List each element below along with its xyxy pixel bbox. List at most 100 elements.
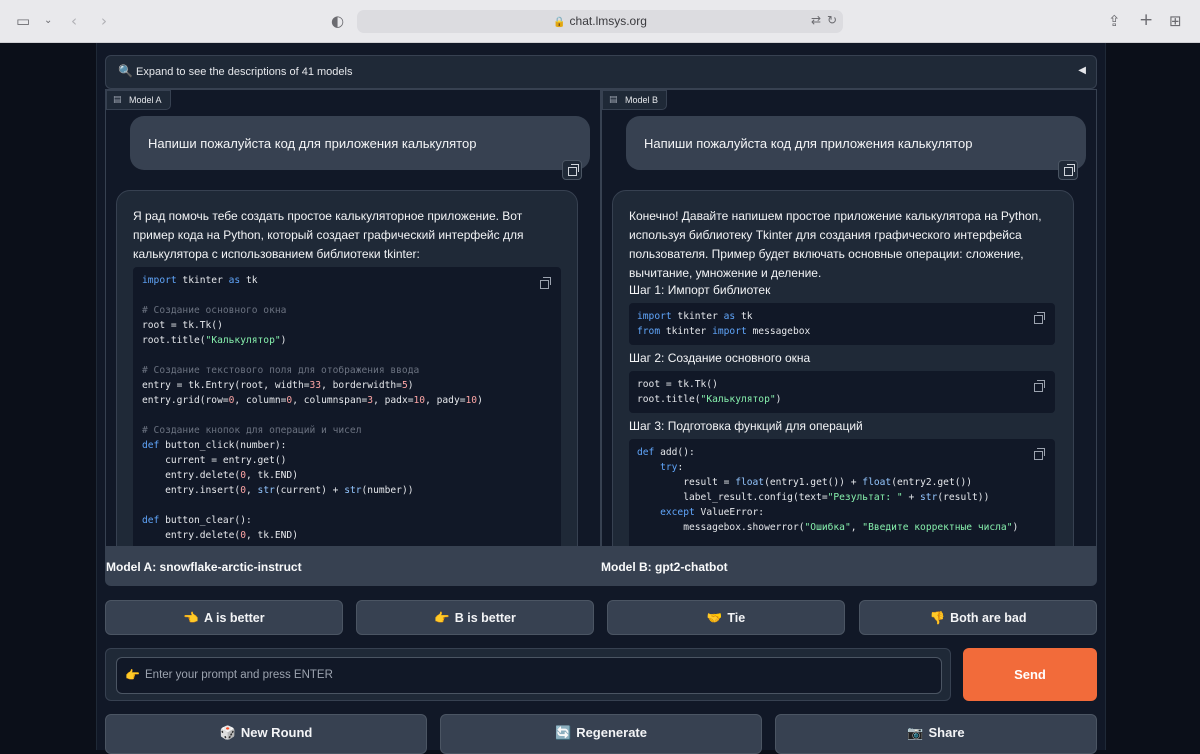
new-tab-icon[interactable]: + bbox=[1139, 10, 1153, 30]
code-line: result = float(entry1.get()) + float(ent… bbox=[637, 477, 973, 488]
arena-panel: 🔍 Expand to see the descriptions of 41 m… bbox=[96, 43, 1106, 754]
model-b-badge: ▤ Model B bbox=[602, 90, 668, 110]
chat-icon: ▤ bbox=[609, 95, 618, 105]
chat-icon: ▤ bbox=[113, 95, 122, 105]
forward-icon[interactable]: › bbox=[101, 12, 107, 30]
code-line: from tkinter import messagebox bbox=[637, 326, 811, 337]
point-left-icon: 👈 bbox=[183, 610, 199, 625]
button-label: Share bbox=[928, 725, 965, 740]
model-names-bar: Model A: snowflake-arctic-instruct Model… bbox=[105, 547, 1097, 586]
magnifier-icon: 🔍 bbox=[118, 64, 133, 78]
code-line: root = tk.Tk() bbox=[637, 379, 718, 390]
button-label: B is better bbox=[454, 611, 516, 625]
browser-toolbar: ▭ ⌄ ‹ › ◐ 🔒 chat.lmsys.org ⇄ ↻ ⇪ + ⊞ bbox=[0, 0, 1200, 43]
button-label: Tie bbox=[727, 611, 746, 625]
chatbox-model-a[interactable]: ▤ Model A Напиши пожалуйста код для прило… bbox=[105, 89, 601, 547]
shield-icon[interactable]: ◐ bbox=[331, 12, 344, 30]
code-line: current = entry.get() bbox=[142, 455, 287, 466]
code-line: entry.insert(0, str(current) + str(numbe… bbox=[142, 485, 414, 496]
code-line: import tkinter as tk bbox=[142, 275, 258, 286]
prompt-input[interactable]: 👉 Enter your prompt and press ENTER bbox=[116, 657, 942, 694]
refresh-icon: 🔄 bbox=[555, 726, 572, 741]
user-message-text: Напиши пожалуйста код для приложения кал… bbox=[148, 136, 477, 151]
share-icon[interactable]: ⇪ bbox=[1108, 12, 1121, 30]
code-line: # Создание основного окна bbox=[142, 305, 287, 316]
copy-message-button[interactable] bbox=[1058, 160, 1078, 180]
code-line: label_result.config(text="Результат: " +… bbox=[637, 492, 990, 503]
prompt-placeholder: Enter your prompt and press ENTER bbox=[145, 669, 333, 681]
code-line: entry.delete(0, tk.END) bbox=[142, 530, 298, 541]
send-button[interactable]: Send bbox=[963, 648, 1097, 701]
bot-message: Я рад помочь тебе создать простое кальку… bbox=[116, 190, 578, 546]
code-line: import tkinter as tk bbox=[637, 311, 753, 322]
code-line: # Создание текстового поля для отображен… bbox=[142, 365, 420, 376]
button-label: A is better bbox=[203, 611, 265, 625]
code-line: def add(): bbox=[637, 447, 695, 458]
b-is-better-button[interactable]: 👉 B is better bbox=[356, 600, 594, 635]
back-icon[interactable]: ‹ bbox=[71, 12, 77, 30]
lock-icon: 🔒 bbox=[553, 17, 566, 28]
code-line: try: bbox=[660, 462, 684, 473]
code-line: entry = tk.Entry(root, width=33, borderw… bbox=[142, 380, 414, 391]
code-line: messagebox.showerror("Ошибка", "Введите … bbox=[637, 522, 1019, 533]
caret-left-icon: ◀ bbox=[1078, 65, 1086, 76]
tab-overview-icon[interactable]: ⊞ bbox=[1169, 12, 1182, 30]
button-label: Regenerate bbox=[576, 725, 647, 740]
code-block-1: import tkinter as tk from tkinter import … bbox=[629, 303, 1055, 345]
code-line: entry.delete(0, tk.END) bbox=[142, 470, 298, 481]
url-text: chat.lmsys.org bbox=[569, 14, 647, 28]
thumbs-down-icon: 👎 bbox=[929, 610, 946, 625]
copy-code-icon[interactable] bbox=[1034, 312, 1046, 324]
camera-icon: 📷 bbox=[907, 726, 924, 741]
bot-message: Конечно! Давайте напишем простое приложе… bbox=[612, 190, 1074, 546]
code-block-2: root = tk.Tk() root.title("Калькулятор") bbox=[629, 371, 1055, 413]
model-a-badge: ▤ Model A bbox=[106, 90, 171, 110]
copy-code-icon[interactable] bbox=[1034, 380, 1046, 392]
accordion-label: Expand to see the descriptions of 41 mod… bbox=[136, 66, 353, 78]
code-line: def button_click(number): bbox=[142, 440, 287, 451]
code-line: root.title("Калькулятор") bbox=[142, 335, 287, 346]
button-label: New Round bbox=[240, 725, 313, 740]
new-round-button[interactable]: 🎲 New Round bbox=[105, 714, 427, 754]
sidebar-toggle-icon[interactable]: ▭ bbox=[16, 12, 30, 30]
copy-message-button[interactable] bbox=[562, 160, 582, 180]
user-message: Напиши пожалуйста код для приложения кал… bbox=[130, 116, 590, 170]
translate-icon[interactable]: ⇄ bbox=[811, 13, 821, 27]
user-message: Напиши пожалуйста код для приложения кал… bbox=[626, 116, 1086, 170]
model-descriptions-accordion[interactable]: 🔍 Expand to see the descriptions of 41 m… bbox=[105, 55, 1097, 89]
code-line: entry.grid(row=0, column=0, columnspan=3… bbox=[142, 395, 483, 406]
step-1-heading: Шаг 1: Импорт библиотек bbox=[629, 283, 771, 297]
dice-icon: 🎲 bbox=[219, 726, 236, 741]
code-line: except ValueError: bbox=[660, 507, 765, 518]
response-intro: Конечно! Давайте напишем простое приложе… bbox=[629, 209, 1042, 280]
tie-button[interactable]: 🤝 Tie bbox=[607, 600, 845, 635]
point-right-icon: 👉 bbox=[125, 668, 140, 682]
copy-code-icon[interactable] bbox=[1034, 448, 1046, 460]
chevron-down-icon[interactable]: ⌄ bbox=[44, 15, 52, 26]
code-block: import tkinter as tk # Создание основног… bbox=[133, 267, 561, 546]
button-label: Both are bad bbox=[950, 611, 1027, 625]
a-is-better-button[interactable]: 👈 A is better bbox=[105, 600, 343, 635]
model-b-name: Model B: gpt2-chatbot bbox=[601, 560, 728, 574]
share-button[interactable]: 📷 Share bbox=[775, 714, 1097, 754]
address-bar[interactable]: 🔒 chat.lmsys.org ⇄ ↻ bbox=[357, 10, 843, 33]
page: 🔍 Expand to see the descriptions of 41 m… bbox=[0, 43, 1200, 754]
reload-icon[interactable]: ↻ bbox=[827, 13, 837, 27]
code-block-3: def add(): try: result = float(entry1.ge… bbox=[629, 439, 1055, 546]
model-a-name: Model A: snowflake-arctic-instruct bbox=[106, 560, 302, 574]
copy-code-icon[interactable] bbox=[540, 277, 552, 289]
prompt-input-container: 👉 Enter your prompt and press ENTER bbox=[105, 648, 951, 701]
code-line: # Создание кнопок для операций и чисел bbox=[142, 425, 362, 436]
both-bad-button[interactable]: 👎 Both are bad bbox=[859, 600, 1097, 635]
handshake-icon: 🤝 bbox=[706, 610, 723, 625]
point-right-icon: 👉 bbox=[434, 610, 450, 625]
user-message-text: Напиши пожалуйста код для приложения кал… bbox=[644, 136, 973, 151]
regenerate-button[interactable]: 🔄 Regenerate bbox=[440, 714, 762, 754]
chatbox-model-b[interactable]: ▤ Model B Напиши пожалуйста код для прило… bbox=[601, 89, 1097, 547]
step-3-heading: Шаг 3: Подготовка функций для операций bbox=[629, 419, 863, 433]
response-intro: Я рад помочь тебе создать простое кальку… bbox=[133, 209, 524, 261]
